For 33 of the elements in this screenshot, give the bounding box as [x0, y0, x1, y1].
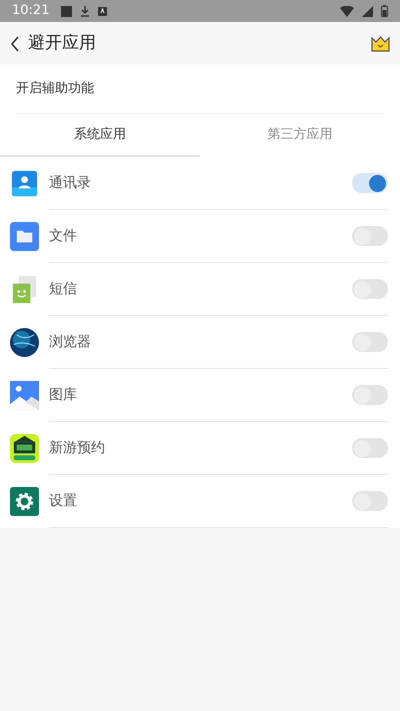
settings-icon — [9, 486, 40, 517]
toggle-switch[interactable] — [352, 438, 388, 458]
app-name: 设置 — [49, 492, 78, 510]
app-name: 图库 — [49, 386, 78, 404]
app-name: 新游预约 — [49, 438, 106, 458]
app-name: 文件 — [49, 226, 78, 246]
app-name: 通讯录 — [49, 174, 92, 192]
signal-icon — [362, 6, 373, 16]
download-icon — [80, 6, 90, 16]
app-notification-icon — [98, 6, 108, 16]
notification-icon — [61, 6, 72, 16]
app-name: 短信 — [49, 280, 78, 298]
contacts-icon — [9, 168, 40, 199]
page-title: 避开应用 — [28, 32, 96, 55]
image-icon — [9, 380, 40, 411]
crown-icon[interactable] — [371, 36, 390, 52]
toggle-switch[interactable] — [352, 279, 388, 299]
tab[interactable]: 第三方应用 — [200, 114, 400, 157]
toggle-switch[interactable] — [352, 385, 388, 405]
toggle-switch[interactable] — [352, 173, 388, 193]
toggle-switch[interactable] — [352, 491, 388, 511]
folder-icon — [9, 221, 40, 252]
app-name: 浏览器 — [49, 332, 92, 352]
game-gift-icon — [9, 433, 40, 464]
battery-icon — [381, 5, 388, 17]
clock: 10:21 — [12, 2, 50, 20]
accessibility-label[interactable]: 开启辅助功能 — [16, 79, 94, 99]
tab[interactable]: 系统应用 — [0, 114, 200, 157]
toggle-switch[interactable] — [352, 226, 388, 246]
toggle-switch[interactable] — [352, 332, 388, 352]
wifi-icon — [340, 6, 354, 16]
back-icon[interactable] — [10, 36, 20, 52]
globe-icon — [9, 327, 40, 358]
